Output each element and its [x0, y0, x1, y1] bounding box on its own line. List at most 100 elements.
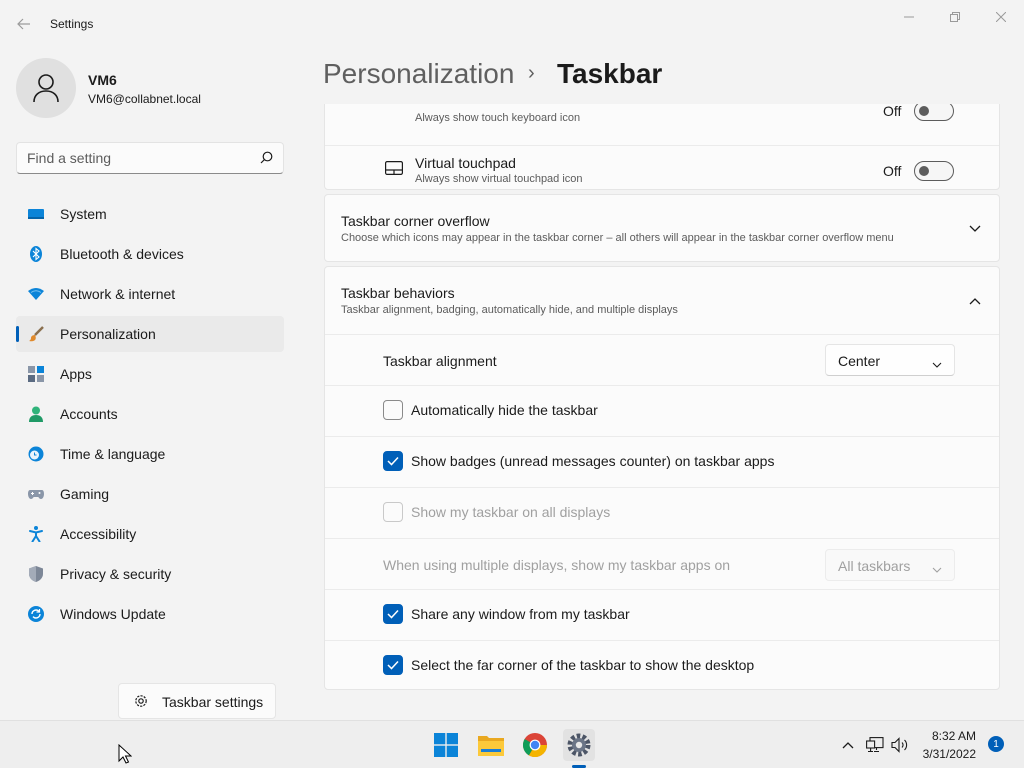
bluetooth-icon: [28, 246, 44, 262]
far-corner-label[interactable]: Select the far corner of the taskbar to …: [411, 657, 754, 673]
breadcrumb-separator: ›: [528, 62, 535, 84]
virtual-touchpad-state: Off: [883, 163, 902, 179]
user-email: VM6@collabnet.local: [88, 92, 201, 106]
divider: [325, 334, 999, 335]
sidebar-item-label: Network & internet: [60, 286, 176, 302]
far-corner-checkbox[interactable]: [383, 655, 403, 675]
avatar[interactable]: [16, 58, 76, 118]
chevron-down-icon[interactable]: [967, 221, 983, 237]
clock-time[interactable]: 8:32 AM: [932, 729, 976, 743]
chevron-down-icon: [932, 560, 942, 578]
taskbar-behaviors-subtitle: Taskbar alignment, badging, automaticall…: [341, 304, 678, 316]
auto-hide-label[interactable]: Automatically hide the taskbar: [411, 402, 598, 418]
maximize-icon: [950, 12, 960, 22]
taskbar-settings-button[interactable]: Taskbar settings: [118, 683, 276, 719]
touch-keyboard-toggle[interactable]: [914, 104, 954, 121]
settings-content[interactable]: Always show touch keyboard icon Off Virt…: [300, 104, 1024, 720]
network-tray-button[interactable]: [865, 735, 885, 755]
taskbar-alignment-dropdown[interactable]: Center: [825, 344, 955, 376]
mouse-cursor-icon: [118, 743, 133, 768]
minimize-button[interactable]: [886, 6, 932, 28]
close-button[interactable]: [978, 6, 1024, 28]
paintbrush-icon: [28, 326, 44, 342]
all-displays-checkbox[interactable]: [383, 502, 403, 522]
notification-badge[interactable]: 1: [988, 736, 1004, 752]
windows-taskbar: 8:32 AM 3/31/2022: [0, 720, 1024, 768]
sidebar-item-label: System: [60, 206, 107, 222]
all-displays-label: Show my taskbar on all displays: [411, 504, 611, 520]
clock-date[interactable]: 3/31/2022: [923, 747, 976, 761]
close-icon: [996, 12, 1006, 22]
person-icon: [33, 74, 59, 103]
accessibility-icon: [28, 526, 44, 542]
sidebar-item-accounts[interactable]: Accounts: [16, 396, 284, 432]
windows-start-button[interactable]: [430, 729, 462, 761]
virtual-touchpad-title: Virtual touchpad: [415, 155, 516, 171]
sidebar-item-system[interactable]: System: [16, 196, 284, 232]
search-icon[interactable]: [260, 151, 273, 169]
sidebar-item-bluetooth-devices[interactable]: Bluetooth & devices: [16, 236, 284, 272]
share-window-label[interactable]: Share any window from my taskbar: [411, 606, 630, 622]
touch-keyboard-subtitle: Always show touch keyboard icon: [415, 112, 581, 124]
settings-app-button[interactable]: [563, 729, 595, 761]
toggle-knob: [919, 166, 929, 176]
search-input[interactable]: [17, 143, 247, 173]
maximize-button[interactable]: [932, 6, 978, 28]
breadcrumb-parent[interactable]: Personalization: [323, 58, 514, 90]
sidebar-item-time-language[interactable]: Time & language: [16, 436, 284, 472]
chevron-down-icon: [932, 355, 942, 373]
windows-start-icon: [434, 733, 458, 757]
divider: [325, 145, 999, 146]
chrome-button[interactable]: [519, 729, 551, 761]
shield-icon: [28, 566, 44, 582]
apps-icon: [28, 366, 44, 382]
chevron-up-icon: [842, 742, 854, 749]
virtual-touchpad-subtitle: Always show virtual touchpad icon: [415, 173, 583, 185]
clock-globe-icon: [28, 446, 44, 462]
show-badges-label[interactable]: Show badges (unread messages counter) on…: [411, 453, 774, 469]
sidebar-item-label: Personalization: [60, 326, 156, 342]
minimize-icon: [904, 16, 914, 18]
multi-display-label: When using multiple displays, show my ta…: [383, 557, 731, 573]
monitor-icon: [28, 206, 44, 222]
update-icon: [28, 606, 44, 622]
divider: [325, 487, 999, 488]
sidebar-item-network-internet[interactable]: Network & internet: [16, 276, 284, 312]
back-button[interactable]: [12, 12, 36, 36]
show-hidden-icons-button[interactable]: [838, 735, 858, 755]
sidebar-item-apps[interactable]: Apps: [16, 356, 284, 392]
wifi-icon: [28, 286, 44, 302]
corner-overflow-card[interactable]: Taskbar corner overflow Choose which ico…: [324, 194, 1000, 262]
divider: [325, 436, 999, 437]
dropdown-value: All taskbars: [838, 558, 911, 574]
virtual-touchpad-toggle[interactable]: [914, 161, 954, 181]
multi-display-dropdown[interactable]: All taskbars: [825, 549, 955, 581]
sidebar-item-label: Accounts: [60, 406, 118, 422]
settings-app-icon: [567, 733, 591, 757]
search-box[interactable]: [16, 142, 284, 174]
sidebar-item-label: Bluetooth & devices: [60, 246, 184, 262]
file-explorer-button[interactable]: [475, 729, 507, 761]
checkmark-icon: [387, 609, 399, 619]
sidebar-item-label: Privacy & security: [60, 566, 172, 582]
share-window-checkbox[interactable]: [383, 604, 403, 624]
sidebar-item-privacy-security[interactable]: Privacy & security: [16, 556, 284, 592]
gamepad-icon: [28, 486, 44, 502]
divider: [325, 589, 999, 590]
divider: [325, 385, 999, 386]
show-badges-checkbox[interactable]: [383, 451, 403, 471]
volume-tray-button[interactable]: [890, 735, 910, 755]
sidebar-item-label: Windows Update: [60, 606, 166, 622]
chrome-icon: [523, 733, 547, 757]
selection-indicator: [16, 326, 19, 342]
checkmark-icon: [387, 660, 399, 670]
divider: [325, 640, 999, 641]
taskbar-behaviors-header[interactable]: Taskbar behaviors Taskbar alignment, bad…: [325, 267, 999, 334]
chevron-up-icon[interactable]: [967, 293, 983, 309]
taskbar-behaviors-card: Taskbar behaviors Taskbar alignment, bad…: [324, 266, 1000, 690]
sidebar-item-gaming[interactable]: Gaming: [16, 476, 284, 512]
auto-hide-checkbox[interactable]: [383, 400, 403, 420]
sidebar-item-personalization[interactable]: Personalization: [16, 316, 284, 352]
sidebar-item-windows-update[interactable]: Windows Update: [16, 596, 284, 632]
sidebar-item-accessibility[interactable]: Accessibility: [16, 516, 284, 552]
